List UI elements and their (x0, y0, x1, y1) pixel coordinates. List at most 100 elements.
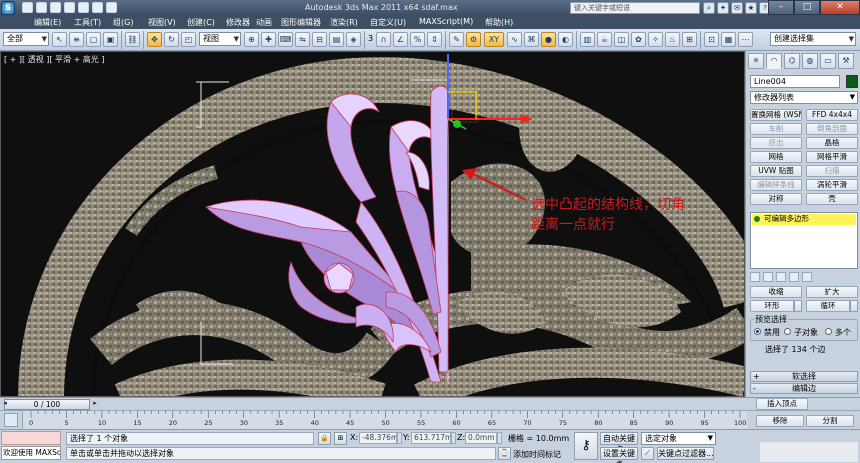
viewport-label[interactable]: [ + ][ 透视 ][ 平滑 + 高光 ] (4, 54, 104, 65)
edit-named-selection-icon[interactable]: ✎ (449, 32, 464, 47)
select-rotate-icon[interactable]: ↻ (164, 32, 179, 47)
menu-animation[interactable]: 动画 (256, 17, 272, 28)
pin-stack-icon[interactable] (750, 272, 760, 282)
menu-create[interactable]: 创建(C) (187, 17, 215, 28)
utilities-tab-icon[interactable]: ⚒ (838, 53, 854, 69)
app-logo-icon[interactable]: S (1, 1, 15, 15)
extra-tools-icon[interactable]: ⋯ (738, 32, 753, 47)
select-move-icon[interactable]: ✥ (147, 32, 162, 47)
key-mode-dropdown[interactable]: 选定对象 ▼ (641, 432, 716, 445)
stack-item-editable-poly[interactable]: 可编辑多边形 (752, 214, 856, 225)
percent-snap-icon[interactable]: % (410, 32, 425, 47)
object-color-swatch[interactable] (846, 75, 858, 88)
preview-disabled-radio[interactable] (754, 328, 761, 335)
render-production-icon[interactable]: ⊞ (682, 32, 697, 47)
fetch-icon[interactable] (106, 2, 117, 13)
mod-meshsmooth-button[interactable]: 网格平滑 (806, 151, 858, 163)
minimize-button[interactable]: – (768, 0, 794, 15)
quick-render-icon[interactable]: ☕ (597, 32, 612, 47)
x-coordinate-field[interactable]: -48.376mm (359, 432, 397, 444)
mod-lattice-button[interactable]: 晶格 (806, 137, 858, 149)
layer-manager-icon[interactable]: ▤ (329, 32, 344, 47)
select-scale-icon[interactable]: ◰ (181, 32, 196, 47)
mod-shell-button[interactable]: 壳 (806, 193, 858, 205)
mod-symmetry-button[interactable]: 对称 (750, 193, 802, 205)
select-link-icon[interactable]: ⛓ (125, 32, 140, 47)
make-unique-icon[interactable] (776, 272, 786, 282)
insert-vertex-button[interactable]: 插入顶点 (756, 398, 808, 410)
select-object-icon[interactable]: ↖ (52, 32, 67, 47)
rectangular-selection-icon[interactable]: ▢ (86, 32, 101, 47)
track-bar[interactable]: 0 5 10 15 20 25 30 35 40 45 50 55 60 65 70 75 80 85 90 95 10… (0, 410, 860, 430)
menu-customize[interactable]: 自定义(U) (370, 17, 406, 28)
mod-extrude-button[interactable]: 挤出 (750, 137, 802, 149)
graphite-icon[interactable]: ◈ (346, 32, 361, 47)
undo-icon[interactable] (64, 2, 75, 13)
loop-spinner-icon[interactable] (850, 300, 858, 312)
named-selection-sets-dropdown[interactable]: 创建选择集 ▼ (770, 32, 856, 46)
restrict-x-icon[interactable]: ⚙ (466, 32, 481, 47)
save-file-icon[interactable] (50, 2, 61, 13)
reference-coord-dropdown[interactable]: 视图 ▼ (199, 32, 241, 46)
preview-subobject-radio[interactable] (784, 328, 791, 335)
menu-graph-editors[interactable]: 图形编辑器 (281, 17, 321, 28)
key-filters-button[interactable]: 关键点过滤器... (657, 447, 714, 460)
hierarchy-tab-icon[interactable]: ⌬ (784, 53, 800, 69)
open-file-icon[interactable] (36, 2, 47, 13)
selection-filter-dropdown[interactable]: 全部 ▼ (3, 32, 49, 46)
x-spinner[interactable] (397, 432, 402, 444)
grow-button[interactable]: 扩大 (806, 286, 858, 298)
snaps-toggle-icon[interactable]: ∩ (376, 32, 391, 47)
material-editor-icon[interactable]: ● (541, 32, 556, 47)
maxscript-listener[interactable] (1, 431, 61, 445)
maximize-button[interactable]: □ (794, 0, 820, 15)
split-button[interactable]: 分割 (806, 415, 854, 427)
viewport-config-icon[interactable]: ⊡ (704, 32, 719, 47)
ring-spinner-icon[interactable] (794, 300, 802, 312)
keyboard-shortcut-icon[interactable]: ⌨ (278, 32, 293, 47)
set-keys-key-icon[interactable]: ⚷ (574, 432, 598, 460)
preview-icon[interactable]: ▦ (721, 32, 736, 47)
add-time-tag-label[interactable]: 添加时间标记 (513, 449, 561, 460)
mod-mesh-button[interactable]: 网格 (750, 151, 802, 163)
render-setup-icon[interactable]: ◐ (558, 32, 573, 47)
object-name-field[interactable]: Line004 (750, 75, 840, 88)
mirror-icon[interactable]: ⇋ (295, 32, 310, 47)
menu-edit[interactable]: 编辑(E) (34, 17, 61, 28)
schematic-view-icon[interactable]: ⌘ (524, 32, 539, 47)
display-tab-icon[interactable]: ▭ (820, 53, 836, 69)
restrict-xy-button[interactable]: XY (484, 32, 504, 47)
maxscript-mini-listener[interactable]: 欢迎使用 MAXSc (1, 446, 61, 460)
mod-ffd-button[interactable]: FFD 4x4x4 (806, 109, 858, 121)
select-by-name-icon[interactable]: ≡ (69, 32, 84, 47)
preview-multi-radio[interactable] (825, 328, 832, 335)
y-coordinate-field[interactable]: 613.717mm (411, 432, 451, 444)
menu-modifiers[interactable]: 修改器 (226, 17, 250, 28)
mod-turbosmooth-button[interactable]: 涡轮平滑 (806, 179, 858, 191)
configure-sets-icon[interactable] (802, 272, 812, 282)
edit-edges-rollout[interactable]: - 编辑边 (750, 383, 858, 394)
next-frame-icon[interactable]: ▸ (90, 399, 100, 410)
ring-button[interactable]: 环形 (750, 300, 794, 312)
create-tab-icon[interactable]: ✳ (748, 53, 764, 69)
menu-rendering[interactable]: 渲染(R) (330, 17, 358, 28)
lightbulb-icon[interactable] (754, 216, 760, 222)
absolute-mode-icon[interactable]: ⊞ (334, 432, 347, 445)
time-slider[interactable]: 0 / 100 ◂ ▸ 插入顶点 (0, 397, 860, 410)
modifier-list-dropdown[interactable]: 修改器列表 ▼ (750, 91, 858, 104)
shrink-button[interactable]: 收缩 (750, 286, 802, 298)
search-icon[interactable]: ⌕ (703, 2, 715, 14)
align-icon[interactable]: ⊟ (312, 32, 327, 47)
teapot-render-icon[interactable]: ♨ (665, 32, 680, 47)
z-coordinate-field[interactable]: 0.0mm (465, 432, 497, 444)
mod-edit-spline-button[interactable]: 编辑样条线 (750, 179, 802, 191)
pivot-center-icon[interactable]: ⊕ (244, 32, 259, 47)
menu-views[interactable]: 视图(V) (148, 17, 176, 28)
perspective-viewport[interactable]: [ + ][ 透视 ][ 平滑 + 高光 ] 选中凸起的结构线，切角 距离一点就… (0, 51, 745, 397)
auto-key-button[interactable]: 自动关键点 (600, 432, 638, 454)
soft-selection-rollout[interactable]: + 软选择 (750, 371, 858, 382)
z-spinner[interactable] (497, 432, 502, 444)
remove-modifier-icon[interactable] (789, 272, 799, 282)
remove-button[interactable]: 移除 (756, 415, 804, 427)
motion-tab-icon[interactable]: ◍ (802, 53, 818, 69)
